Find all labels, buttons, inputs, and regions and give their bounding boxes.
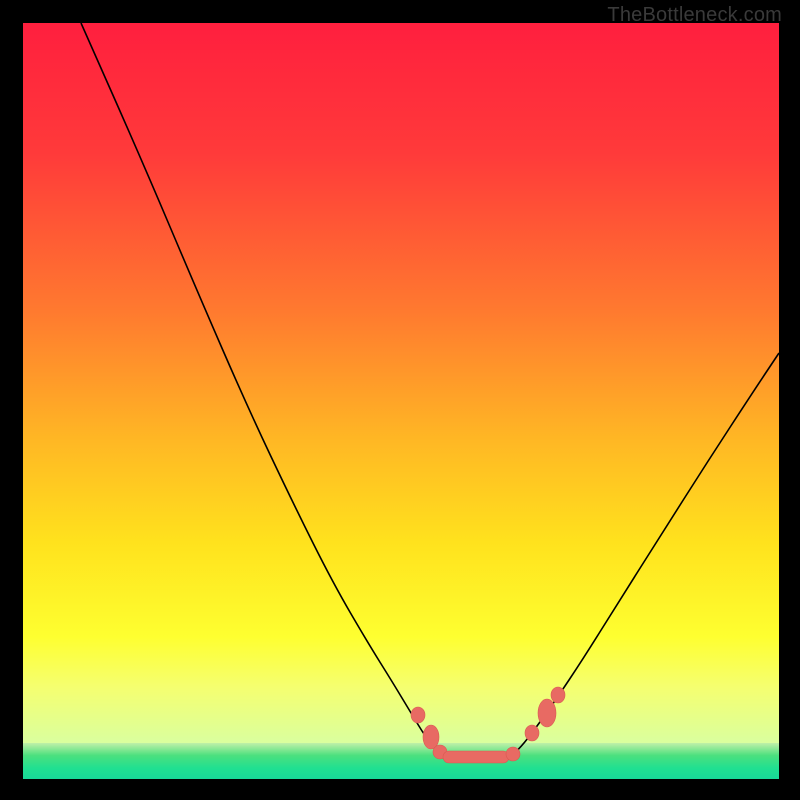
plot-area bbox=[23, 23, 779, 779]
data-marker bbox=[411, 707, 425, 723]
data-marker bbox=[538, 699, 556, 727]
data-marker bbox=[551, 687, 565, 703]
watermark-text: TheBottleneck.com bbox=[607, 4, 782, 27]
data-marker bbox=[423, 725, 439, 749]
data-marker bbox=[443, 751, 509, 763]
marker-group bbox=[411, 687, 565, 763]
data-marker bbox=[506, 747, 520, 761]
curve-overlay bbox=[23, 23, 779, 779]
right-curve bbox=[510, 353, 779, 757]
chart-stage: TheBottleneck.com bbox=[0, 0, 800, 800]
data-marker bbox=[525, 725, 539, 741]
left-curve bbox=[81, 23, 443, 757]
